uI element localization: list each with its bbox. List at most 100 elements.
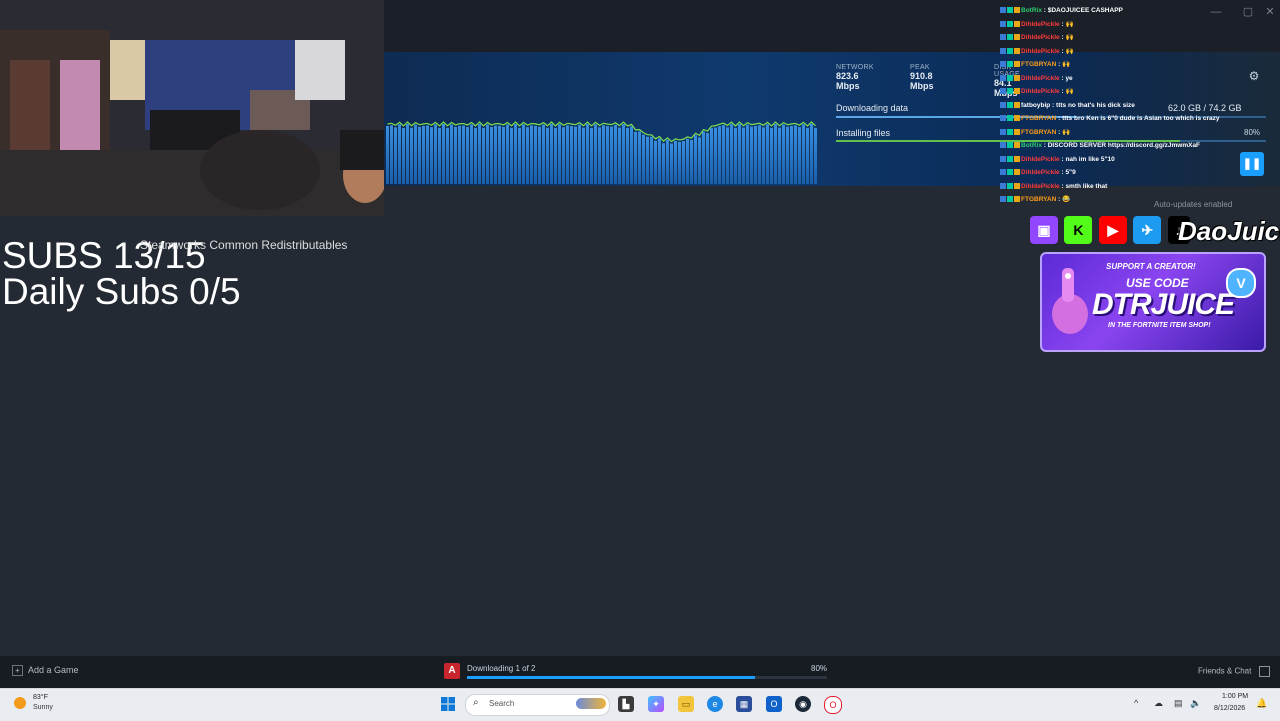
graph-bar [450, 124, 453, 184]
graph-bar [458, 125, 461, 184]
graph-bar [534, 125, 537, 184]
badge-icon [1000, 34, 1006, 41]
badge-icon [1014, 155, 1020, 162]
chat-username: FTGBRYAN [1021, 61, 1057, 68]
graph-bar [742, 127, 745, 184]
steam-icon[interactable]: ◉ [795, 696, 811, 712]
graph-bar [566, 125, 569, 184]
edge-icon[interactable]: e [707, 696, 723, 712]
graph-bar [410, 127, 413, 184]
download-status[interactable]: Downloading 1 of 2 [467, 664, 536, 673]
outlook-icon[interactable]: O [766, 696, 782, 712]
volume-icon[interactable]: 🔈 [1190, 698, 1201, 709]
friends-chat-button[interactable]: Friends & Chat [1198, 666, 1270, 677]
brand-name: DaoJuice [1178, 216, 1280, 246]
chat-username: DihldePickle [1021, 169, 1060, 176]
graph-bar [562, 127, 565, 184]
bottom-progress-fill [467, 676, 755, 679]
game-app-icon[interactable]: A [444, 663, 460, 679]
graph-bar [462, 125, 465, 184]
graph-bar [518, 127, 521, 184]
file-explorer-icon[interactable]: ▭ [678, 696, 694, 712]
chat-message: DihldePickle : nah im like 5"10 [1000, 153, 1280, 167]
badge-icon [1000, 61, 1006, 68]
network-label: NETWORK [836, 64, 874, 71]
windows-start-icon[interactable] [441, 697, 455, 711]
badge-icon [1014, 20, 1020, 27]
graph-bar [602, 125, 605, 184]
graph-bar [434, 124, 437, 184]
graph-bar [726, 127, 729, 184]
graph-bar [406, 124, 409, 184]
graph-bar [810, 124, 813, 184]
badge-icon [1007, 74, 1013, 81]
chat-message: DihldePickle : 🙌 [1000, 85, 1280, 99]
chat-icon [1258, 666, 1270, 677]
search-highlight-icon [576, 698, 606, 709]
notification-bell-icon[interactable]: 🔔 [1256, 698, 1267, 709]
graph-bar [798, 127, 801, 184]
graph-bar [466, 127, 469, 184]
steam-bottom-bar [0, 656, 1280, 688]
badge-icon [1007, 20, 1013, 27]
badge-icon [1014, 169, 1020, 176]
network-icon[interactable]: ▤ [1174, 698, 1183, 709]
graph-bar [486, 124, 489, 184]
graph-bar [802, 124, 805, 184]
badge-icon [1007, 115, 1013, 122]
graph-bar [590, 127, 593, 184]
chat-username: FTGBRYAN [1021, 115, 1057, 122]
store-icon[interactable]: ▦ [736, 696, 752, 712]
chat-text: 5"9 [1065, 169, 1076, 176]
graph-bar [390, 125, 393, 184]
graph-bar [402, 127, 405, 184]
chat-message: DihldePickle : 🙌 [1000, 31, 1280, 45]
graph-bar [634, 131, 637, 184]
graph-bar [586, 124, 589, 184]
chevron-up-icon[interactable]: ^ [1134, 698, 1138, 708]
graph-bar [746, 124, 749, 184]
badge-icon [1000, 169, 1006, 176]
opera-icon[interactable]: O [824, 696, 842, 714]
clock-date[interactable]: 8/12/2026 [1214, 705, 1245, 712]
badge-icon [1014, 101, 1020, 108]
friends-chat-label: Friends & Chat [1198, 666, 1252, 676]
graph-bar [622, 124, 625, 184]
graph-bar [526, 127, 529, 184]
chat-text: 🙌 [1062, 61, 1071, 68]
graph-bar [786, 126, 789, 184]
llama-icon [1052, 268, 1088, 334]
graph-bar [762, 127, 765, 184]
graph-bar [394, 127, 397, 184]
weather-temperature[interactable]: 83°F [33, 694, 48, 701]
cloud-icon[interactable]: ☁ [1154, 698, 1163, 709]
sun-icon[interactable] [14, 697, 26, 709]
badge-icon [1007, 128, 1013, 135]
copilot-icon[interactable]: ✦ [648, 696, 664, 712]
chat-username: DihldePickle [1021, 182, 1060, 190]
add-game-label: Add a Game [28, 665, 79, 675]
graph-bar [690, 140, 693, 184]
badge-icon [1000, 115, 1006, 122]
chat-message: FTGBRYAN : 😂 [1000, 193, 1280, 207]
graph-bar [790, 125, 793, 184]
chat-text: 🙌 [1065, 47, 1074, 55]
graph-bar [398, 124, 401, 184]
badge-icon [1000, 20, 1006, 27]
badge-icon [1014, 88, 1020, 95]
graph-bar [502, 126, 505, 184]
badge-icon [1000, 88, 1006, 95]
search-icon: ⌕ [473, 697, 479, 708]
add-game-button[interactable]: + Add a Game [12, 665, 79, 676]
graph-bar [670, 143, 673, 184]
graph-bar [782, 124, 785, 184]
task-view-icon[interactable]: ▙ [618, 696, 634, 712]
clock-time[interactable]: 1:00 PM [1222, 693, 1248, 700]
badge-icon [1007, 182, 1013, 189]
weather-condition[interactable]: Sunny [33, 704, 53, 711]
chat-message: DihldePickle : 🙌 [1000, 45, 1280, 59]
graph-bar [386, 126, 389, 184]
chat-text: $DAOJUICEE CASHAPP [1047, 7, 1123, 14]
graph-bar [442, 124, 445, 184]
graph-bar [546, 127, 549, 184]
